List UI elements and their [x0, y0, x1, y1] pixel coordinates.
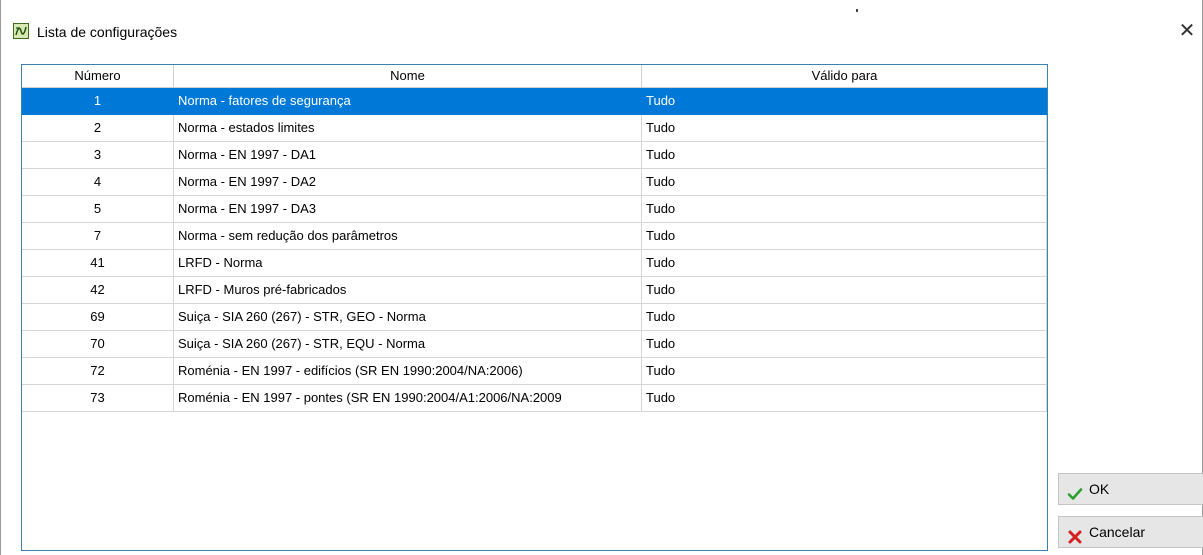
table-body: 1 Norma - fatores de segurança Tudo 2 Norma …: [22, 88, 1047, 412]
cell-number[interactable]: 69: [22, 304, 174, 331]
table-row[interactable]: 42 LRFD - Muros pré-fabricados Tudo: [22, 277, 1047, 304]
table-row[interactable]: 69 Suiça - SIA 260 (267) - STR, GEO - Nor…: [22, 304, 1047, 331]
cell-number[interactable]: 1: [22, 88, 174, 115]
cell-number[interactable]: 7: [22, 223, 174, 250]
table-row[interactable]: 5 Norma - EN 1997 - DA3 Tudo: [22, 196, 1047, 223]
table-row[interactable]: 2 Norma - estados limites Tudo: [22, 115, 1047, 142]
cell-name[interactable]: Roménia - EN 1997 - pontes (SR EN 1990:2…: [174, 385, 642, 412]
cell-name[interactable]: Suiça - SIA 260 (267) - STR, EQU - Norma: [174, 331, 642, 358]
cell-name[interactable]: Norma - EN 1997 - DA3: [174, 196, 642, 223]
cancel-button[interactable]: Cancelar: [1058, 516, 1203, 548]
cell-number[interactable]: 3: [22, 142, 174, 169]
cell-valid-for[interactable]: Tudo: [642, 277, 1047, 304]
cell-number[interactable]: 4: [22, 169, 174, 196]
cell-valid-for[interactable]: Tudo: [642, 196, 1047, 223]
close-button[interactable]: ✕: [1172, 14, 1202, 48]
cell-valid-for[interactable]: Tudo: [642, 169, 1047, 196]
cell-valid-for[interactable]: Tudo: [642, 385, 1047, 412]
cross-icon: [1067, 525, 1083, 544]
table-row[interactable]: 7 Norma - sem redução dos parâmetros Tudo: [22, 223, 1047, 250]
cell-number[interactable]: 70: [22, 331, 174, 358]
cell-number[interactable]: 73: [22, 385, 174, 412]
checkmark-icon: [1067, 482, 1083, 500]
cell-name[interactable]: Norma - fatores de segurança: [174, 88, 642, 115]
cell-valid-for[interactable]: Tudo: [642, 250, 1047, 277]
table-row[interactable]: 3 Norma - EN 1997 - DA1 Tudo: [22, 142, 1047, 169]
cell-name[interactable]: Roménia - EN 1997 - edifícios (SR EN 199…: [174, 358, 642, 385]
configurations-table[interactable]: Número Nome Válido para 1 Norma - fatores…: [21, 64, 1048, 551]
configurations-dialog: Lista de configurações ✕ Número Nome Vál…: [0, 0, 1203, 555]
cell-name[interactable]: Norma - sem redução dos parâmetros: [174, 223, 642, 250]
table-row[interactable]: 41 LRFD - Norma Tudo: [22, 250, 1047, 277]
cell-number[interactable]: 2: [22, 115, 174, 142]
table-row[interactable]: 72 Roménia - EN 1997 - edifícios (SR EN 1…: [22, 358, 1047, 385]
cell-name[interactable]: Norma - EN 1997 - DA2: [174, 169, 642, 196]
cell-valid-for[interactable]: Tudo: [642, 142, 1047, 169]
table-row[interactable]: 1 Norma - fatores de segurança Tudo: [22, 88, 1047, 115]
title-bar: Lista de configurações ✕: [1, 0, 1202, 60]
ok-button[interactable]: OK: [1058, 473, 1203, 505]
cell-name[interactable]: Norma - EN 1997 - DA1: [174, 142, 642, 169]
table-row[interactable]: 4 Norma - EN 1997 - DA2 Tudo: [22, 169, 1047, 196]
window-title: Lista de configurações: [37, 24, 178, 40]
column-header-number[interactable]: Número: [22, 65, 174, 88]
divider: [856, 9, 858, 12]
cell-valid-for[interactable]: Tudo: [642, 304, 1047, 331]
table-row[interactable]: 73 Roménia - EN 1997 - pontes (SR EN 1990…: [22, 385, 1047, 412]
column-header-name[interactable]: Nome: [174, 65, 642, 88]
cell-number[interactable]: 72: [22, 358, 174, 385]
cell-valid-for[interactable]: Tudo: [642, 223, 1047, 250]
column-header-valid-for[interactable]: Válido para: [642, 65, 1047, 88]
cell-valid-for[interactable]: Tudo: [642, 331, 1047, 358]
ok-label: OK: [1089, 481, 1110, 497]
cell-valid-for[interactable]: Tudo: [642, 115, 1047, 142]
cell-name[interactable]: LRFD - Muros pré-fabricados: [174, 277, 642, 304]
table-row[interactable]: 70 Suiça - SIA 260 (267) - STR, EQU - Nor…: [22, 331, 1047, 358]
cell-name[interactable]: Suiça - SIA 260 (267) - STR, GEO - Norma: [174, 304, 642, 331]
cancel-label: Cancelar: [1089, 524, 1146, 540]
cell-number[interactable]: 42: [22, 277, 174, 304]
cell-valid-for[interactable]: Tudo: [642, 358, 1047, 385]
cell-number[interactable]: 41: [22, 250, 174, 277]
cell-number[interactable]: 5: [22, 196, 174, 223]
chart-app-icon: [13, 23, 29, 39]
cell-name[interactable]: LRFD - Norma: [174, 250, 642, 277]
cell-valid-for[interactable]: Tudo: [642, 88, 1047, 115]
cell-name[interactable]: Norma - estados limites: [174, 115, 642, 142]
table-header: Número Nome Válido para: [22, 65, 1047, 88]
